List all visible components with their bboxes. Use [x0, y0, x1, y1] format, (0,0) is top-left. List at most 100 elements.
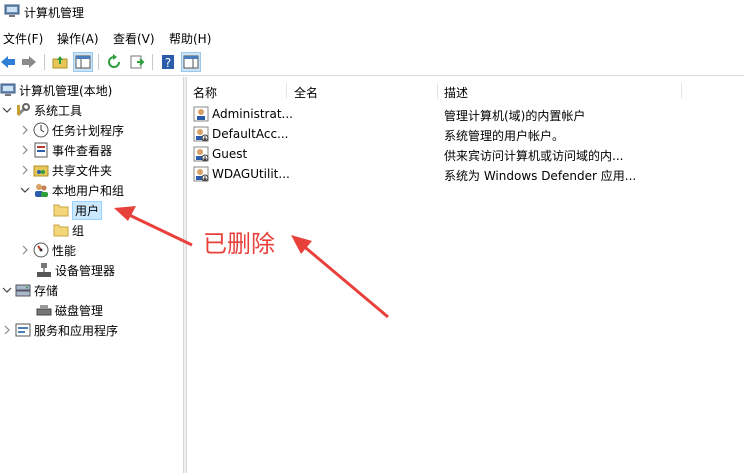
- arrow-right-icon: [22, 56, 36, 68]
- menu-bar: 文件(F) 操作(A) 查看(V) 帮助(H): [0, 27, 744, 47]
- storage-icon: [15, 282, 31, 298]
- column-header-name[interactable]: 名称: [193, 82, 217, 102]
- services-icon: [15, 322, 31, 338]
- event-viewer-icon: [33, 142, 49, 158]
- tree-item-event-viewer[interactable]: 事件查看器: [20, 140, 112, 160]
- menu-action[interactable]: 操作(A): [57, 30, 99, 47]
- user-name: Administrat...: [212, 107, 292, 121]
- up-level-button[interactable]: [50, 52, 70, 72]
- users-list-view: 名称 全名 描述 Administrat... 管理计算机(域)的内置帐户 De…: [187, 77, 744, 473]
- computer-management-icon: [4, 4, 20, 17]
- show-action-pane-button[interactable]: [181, 52, 201, 72]
- folder-up-icon: [52, 56, 68, 69]
- tree-item-device-manager[interactable]: 设备管理器: [33, 260, 115, 280]
- title-bar: 计算机管理: [0, 0, 744, 24]
- forward-button[interactable]: [19, 52, 39, 72]
- list-item[interactable]: DefaultAcc... 系统管理的用户帐户。: [187, 125, 744, 145]
- chevron-right-icon[interactable]: [20, 245, 30, 255]
- tree-item-local-users-groups[interactable]: 本地用户和组: [20, 180, 124, 200]
- clock-icon: [33, 122, 49, 138]
- tree-item-shared-folders[interactable]: 共享文件夹: [20, 160, 112, 180]
- tree-item-label: 组: [72, 223, 85, 238]
- action-pane-icon: [183, 55, 199, 69]
- tree-item-label: 系统工具: [34, 103, 83, 118]
- tree-item-label: 设备管理器: [55, 263, 116, 278]
- computer-management-icon: [0, 82, 16, 98]
- tree-item-label: 任务计划程序: [52, 123, 125, 138]
- column-divider[interactable]: [286, 83, 287, 99]
- column-divider[interactable]: [681, 83, 682, 99]
- list-item[interactable]: WDAGUtilit... 系统为 Windows Defender 应用...: [187, 165, 744, 185]
- tree-item-storage[interactable]: 存储: [2, 280, 58, 300]
- arrow-left-icon: [1, 56, 15, 68]
- refresh-button[interactable]: [104, 52, 124, 72]
- tree-item-users[interactable]: 用户: [50, 200, 103, 220]
- console-tree: 计算机管理(本地) 系统工具 任务计划程序 事件查看器 共享文件夹 本地用户和组…: [0, 77, 183, 473]
- folder-icon: [53, 222, 69, 238]
- chevron-down-icon[interactable]: [20, 185, 30, 195]
- tree-item-system-tools[interactable]: 系统工具: [2, 100, 82, 120]
- toolbar: ?: [0, 49, 744, 76]
- tree-item-label: 性能: [52, 243, 77, 258]
- console-tree-icon: [75, 55, 91, 69]
- shared-folder-icon: [33, 162, 49, 178]
- export-list-button[interactable]: [127, 52, 147, 72]
- chevron-right-icon[interactable]: [20, 125, 30, 135]
- toolbar-separator: [98, 54, 99, 70]
- deleted-annotation: 已删除: [203, 230, 275, 258]
- user-name: Guest: [212, 147, 248, 161]
- disabled-user-icon: [193, 166, 209, 182]
- tree-item-groups[interactable]: 组: [50, 220, 84, 240]
- tree-item-label: 磁盘管理: [55, 303, 104, 318]
- list-item[interactable]: Administrat... 管理计算机(域)的内置帐户: [187, 105, 744, 125]
- tree-item-label: 存储: [34, 283, 59, 298]
- column-header-description[interactable]: 描述: [444, 82, 468, 102]
- folder-icon: [53, 202, 69, 218]
- tree-item-label: 事件查看器: [52, 143, 113, 158]
- tree-item-performance[interactable]: 性能: [20, 240, 76, 260]
- performance-icon: [33, 242, 49, 258]
- chevron-right-icon[interactable]: [20, 165, 30, 175]
- window-title: 计算机管理: [24, 6, 85, 20]
- menu-file[interactable]: 文件(F): [3, 30, 43, 47]
- tree-item-disk-management[interactable]: 磁盘管理: [33, 300, 103, 320]
- user-description: 系统管理的用户帐户。: [444, 129, 565, 143]
- svg-text:?: ?: [165, 56, 171, 70]
- user-icon: [193, 106, 209, 122]
- chevron-right-icon[interactable]: [2, 325, 12, 335]
- device-manager-icon: [36, 262, 52, 278]
- menu-view[interactable]: 查看(V): [113, 30, 155, 47]
- toolbar-separator: [152, 54, 153, 70]
- user-description: 系统为 Windows Defender 应用...: [444, 169, 637, 183]
- column-header-full-name[interactable]: 全名: [294, 82, 318, 102]
- help-icon: ?: [162, 55, 174, 70]
- tree-item-label: 用户: [72, 200, 103, 220]
- tree-item-label: 服务和应用程序: [34, 323, 119, 338]
- toolbar-separator: [44, 54, 45, 70]
- tree-item-label: 计算机管理(本地): [19, 83, 113, 98]
- tree-item-root[interactable]: 计算机管理(本地): [0, 80, 112, 100]
- chevron-down-icon[interactable]: [2, 285, 12, 295]
- export-icon: [130, 55, 145, 69]
- user-description: 管理计算机(域)的内置帐户: [444, 109, 586, 123]
- back-button[interactable]: [0, 52, 18, 72]
- users-group-icon: [33, 182, 49, 198]
- tools-icon: [15, 102, 31, 118]
- list-item[interactable]: Guest 供来宾访问计算机或访问域的内...: [187, 145, 744, 165]
- chevron-down-icon[interactable]: [2, 105, 12, 115]
- disabled-user-icon: [193, 126, 209, 142]
- disabled-user-icon: [193, 146, 209, 162]
- column-divider[interactable]: [437, 83, 438, 99]
- chevron-right-icon[interactable]: [20, 145, 30, 155]
- refresh-icon: [108, 54, 120, 68]
- tree-item-task-scheduler[interactable]: 任务计划程序: [20, 120, 124, 140]
- show-hide-tree-button[interactable]: [73, 52, 93, 72]
- tree-item-label: 本地用户和组: [52, 183, 125, 198]
- help-button[interactable]: ?: [158, 52, 178, 72]
- menu-help[interactable]: 帮助(H): [169, 30, 211, 47]
- user-description: 供来宾访问计算机或访问域的内...: [444, 149, 624, 163]
- user-name: WDAGUtilit...: [212, 167, 290, 181]
- user-name: DefaultAcc...: [212, 127, 289, 141]
- tree-item-services-apps[interactable]: 服务和应用程序: [2, 320, 118, 340]
- tree-item-label: 共享文件夹: [52, 163, 113, 178]
